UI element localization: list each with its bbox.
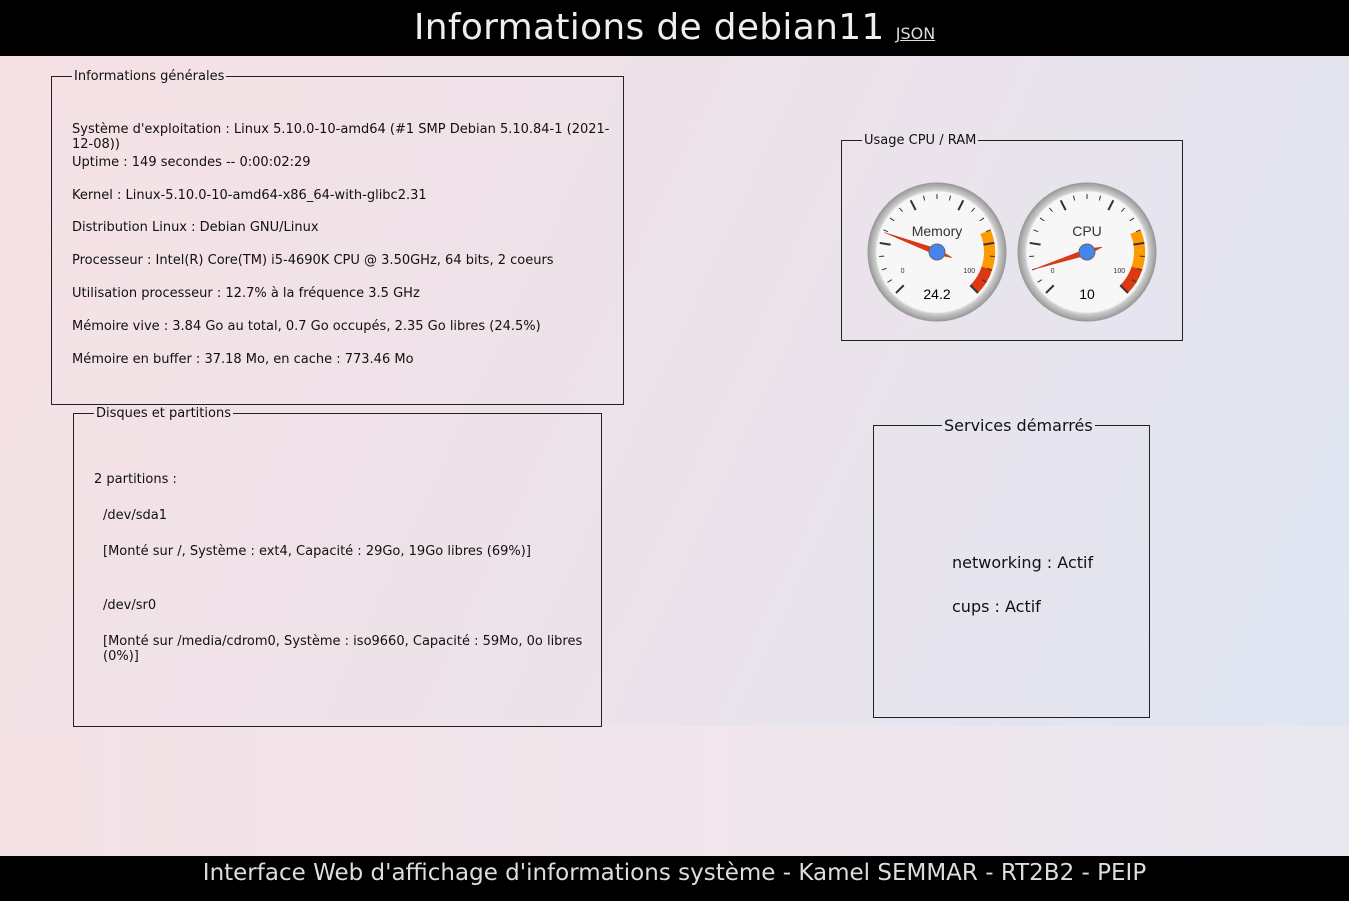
page-header: Informations de debian11 JSON (0, 0, 1349, 56)
cpu-gauge: 0 100 CPU 10 (1017, 182, 1157, 322)
info-distribution: Distribution Linux : Debian GNU/Linux (72, 220, 319, 236)
page-footer: Interface Web d'affichage d'informations… (0, 856, 1349, 901)
info-kernel: Kernel : Linux-5.10.0-10-amd64-x86_64-wi… (72, 187, 427, 203)
gauge-label: Memory (912, 223, 963, 239)
info-uptime: Uptime : 149 secondes -- 0:00:02:29 (72, 154, 311, 170)
gauge-min-label: 0 (1051, 268, 1055, 275)
footer-text: Interface Web d'affichage d'informations… (202, 860, 1147, 886)
usage-legend: Usage CPU / RAM (864, 133, 977, 148)
general-info-panel: Informations générales Système d'exploit… (51, 69, 624, 405)
memory-gauge: 0 100 Memory 24.2 (867, 182, 1007, 322)
info-processor: Processeur : Intel(R) Core(TM) i5-4690K … (72, 253, 554, 269)
info-buffer-cache: Mémoire en buffer : 37.18 Mo, en cache :… (72, 351, 414, 367)
services-panel: Services démarrés networking : Actif cup… (873, 416, 1150, 718)
gauge-hub (928, 243, 946, 261)
gauge-label: CPU (1072, 223, 1102, 239)
info-os: Système d'exploitation : Linux 5.10.0-10… (72, 122, 610, 152)
info-cpu-usage: Utilisation processeur : 12.7% à la fréq… (72, 285, 420, 301)
services-legend: Services démarrés (944, 416, 1093, 435)
gauge-hub (1078, 243, 1096, 261)
partition-count: 2 partitions : (94, 472, 177, 487)
page-background-lower (0, 726, 1349, 856)
general-info-list: Système d'exploitation : Linux 5.10.0-10… (72, 122, 623, 384)
gauge-value: 24.2 (923, 286, 950, 302)
gauge-max-label: 100 (1114, 268, 1126, 275)
gauge-value: 10 (1079, 286, 1095, 302)
general-info-legend: Informations générales (74, 69, 225, 84)
service-item: cups : Actif (952, 597, 1041, 616)
service-item: networking : Actif (952, 553, 1094, 572)
disks-panel: Disques et partitions 2 partitions : /de… (73, 406, 602, 727)
partition-details: [Monté sur /, Système : ext4, Capacité :… (103, 544, 531, 559)
usage-panel: Usage CPU / RAM 0 100 Memory 24.2 0 100 CPU 10 (841, 133, 1183, 341)
partition-device: /dev/sda1 (103, 508, 167, 523)
partition-device: /dev/sr0 (103, 598, 157, 613)
info-memory: Mémoire vive : 3.84 Go au total, 0.7 Go … (72, 318, 541, 334)
gauge-min-label: 0 (901, 268, 905, 275)
page-title: Informations de debian11 (413, 7, 885, 48)
gauge-max-label: 100 (964, 268, 976, 275)
partition-details: [Monté sur /media/cdrom0, Système : iso9… (103, 634, 583, 664)
disks-legend: Disques et partitions (96, 406, 231, 421)
json-link[interactable]: JSON (896, 24, 935, 43)
